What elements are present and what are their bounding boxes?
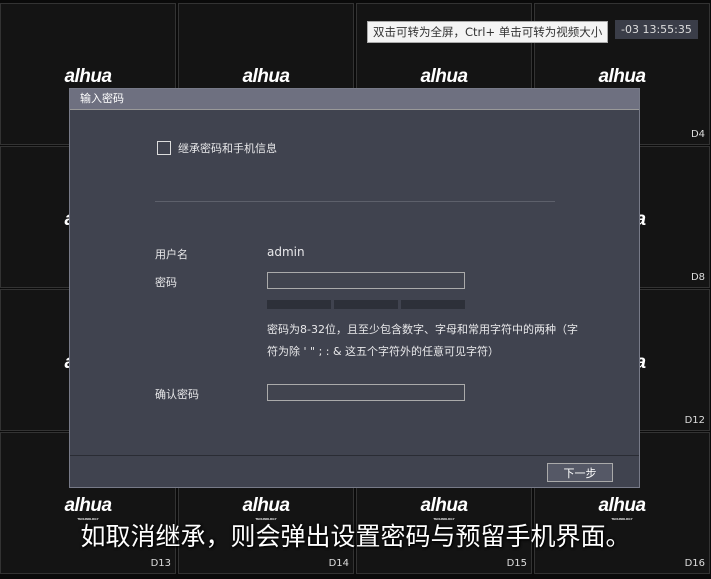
strength-bar-medium: [334, 300, 398, 309]
channel-label: D14: [328, 558, 349, 569]
footer-divider: [70, 455, 639, 456]
strength-bar-strong: [401, 300, 465, 309]
password-label: 密码: [155, 276, 177, 289]
password-hint-1: 密码为8-32位，且至少包含数字、字母和常用字符中的两种（字: [267, 323, 578, 336]
channel-label: D13: [150, 558, 171, 569]
strength-bar-weak: [267, 300, 331, 309]
next-button[interactable]: 下一步: [547, 463, 613, 482]
password-hint-2: 符为除 ' " ; : & 这五个字符外的任意可见字符）: [267, 345, 500, 358]
channel-label: D4: [690, 129, 705, 140]
password-dialog: 输入密码 继承密码和手机信息 用户名 admin 密码 密码为8-32位，且至少…: [69, 88, 640, 488]
channel-label: D8: [690, 272, 705, 283]
divider: [155, 201, 555, 202]
password-input[interactable]: [267, 272, 465, 289]
dialog-title: 输入密码: [70, 89, 639, 110]
channel-label: D16: [684, 558, 705, 569]
inherit-checkbox[interactable]: [157, 141, 171, 155]
timestamp: -03 13:55:35: [615, 20, 698, 39]
channel-label: D15: [506, 558, 527, 569]
username-label: 用户名: [155, 248, 188, 261]
username-value: admin: [267, 245, 305, 259]
tooltip: 双击可转为全屏，Ctrl+ 单击可转为视频大小: [367, 21, 609, 43]
confirm-password-input[interactable]: [267, 384, 465, 401]
inherit-label: 继承密码和手机信息: [178, 142, 277, 155]
channel-label: D12: [684, 415, 705, 426]
subtitle: 如取消继承，则会弹出设置密码与预留手机界面。: [80, 522, 631, 551]
confirm-label: 确认密码: [155, 388, 199, 401]
